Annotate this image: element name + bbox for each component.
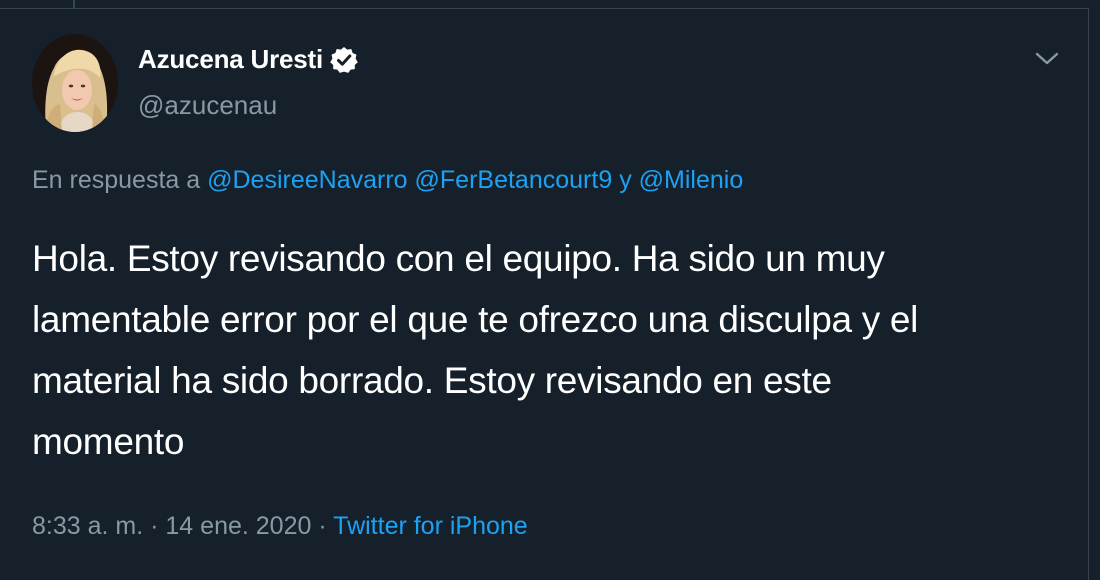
verified-badge-icon: [329, 45, 359, 75]
tweet-text-line: material ha sido borrado. Estoy revisand…: [32, 360, 832, 401]
tweet-date[interactable]: 14 ene. 2020: [165, 512, 311, 540]
tweet-source-link[interactable]: Twitter for iPhone: [333, 512, 528, 540]
tweet-time[interactable]: 8:33 a. m.: [32, 512, 143, 540]
reply-context: En respuesta a @DesireeNavarro @FerBetan…: [32, 166, 743, 195]
tweet-card: Azucena Uresti @azucenau En respuesta a …: [0, 0, 1100, 580]
avatar-photo: [32, 34, 118, 132]
author-name-row[interactable]: Azucena Uresti: [138, 44, 359, 75]
tweet-text-line: Hola. Estoy revisando con el equipo. Ha …: [32, 238, 885, 279]
reply-mention-link[interactable]: @FerBetancourt9: [415, 166, 613, 194]
tweet-text-line: lamentable error por el que te ofrezco u…: [32, 299, 919, 340]
meta-separator: ·: [150, 512, 159, 540]
thread-connector-line: [73, 0, 75, 8]
author-handle[interactable]: @azucenau: [138, 90, 277, 121]
tweet-text: Hola. Estoy revisando con el equipo. Ha …: [32, 228, 1062, 472]
tweet-meta: 8:33 a. m. · 14 ene. 2020 · Twitter for …: [32, 512, 528, 541]
tweet-text-line: momento: [32, 421, 185, 462]
right-divider: [1088, 8, 1089, 580]
reply-mention-link[interactable]: @DesireeNavarro: [207, 166, 407, 194]
chevron-down-icon[interactable]: [1030, 44, 1064, 74]
author-name[interactable]: Azucena Uresti: [138, 44, 323, 75]
meta-separator: ·: [318, 512, 327, 540]
reply-conjunction: y: [619, 166, 632, 194]
top-divider: [0, 8, 1088, 9]
reply-mention-link[interactable]: @Milenio: [639, 166, 744, 194]
reply-prefix: En respuesta a: [32, 166, 201, 194]
avatar[interactable]: [32, 34, 118, 132]
